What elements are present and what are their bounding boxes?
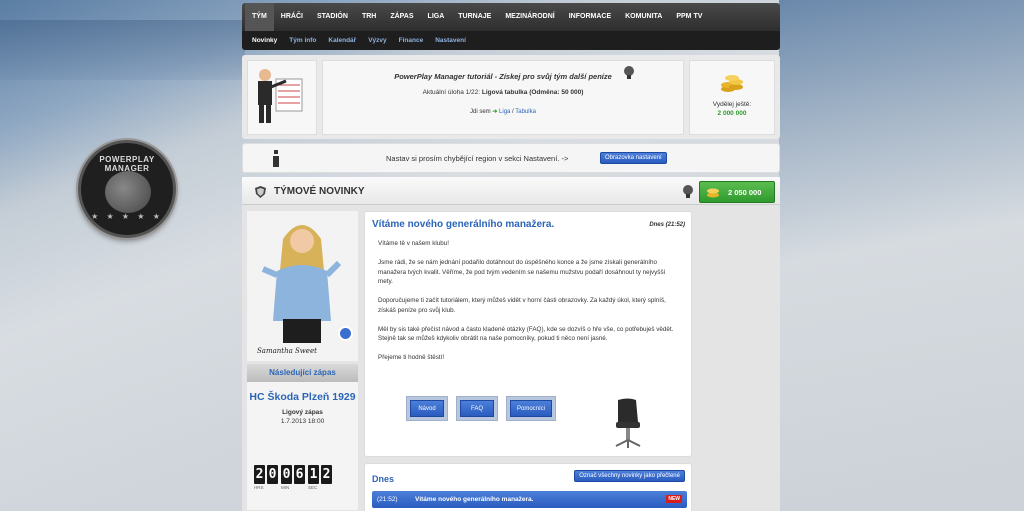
next-match-type: Ligový zápas [282,409,323,416]
manager-signature: Samantha Sweet [257,347,317,355]
tutorial-goto: Jdi sem ➜ Liga / Tabulka [323,108,683,115]
today-news: Dnes Označ všechny novinky jako přečtené… [364,463,692,511]
nav-informace[interactable]: INFORMACE [562,3,618,31]
news-paragraph: Vítáme tě v našem klubu! [378,240,450,247]
today-title: Dnes [372,474,395,484]
nav-liga[interactable]: LIGA [421,3,452,31]
guide-button-label: Návod [410,400,444,417]
countdown-digit: 2 [321,465,332,484]
news-item-time: (21:52) [377,496,398,503]
coins-icon [721,75,743,92]
nav-turnaje[interactable]: TURNAJE [451,3,498,31]
countdown-hours: 2 0 HRS [254,465,278,490]
countdown-digit: 1 [308,465,319,484]
main-column: TÝM HRÁČI STADIÓN TRH ZÁPAS LIGA TURNAJE… [242,3,780,511]
countdown-digit: 2 [254,465,265,484]
new-badge: NEW [666,495,682,503]
next-match-body: HC Škoda Plzeň 1929 Ligový zápas 1.7.201… [247,382,358,510]
background-right [779,0,1024,511]
nav-zapas[interactable]: ZÁPAS [383,3,420,31]
team-news-panel: TÝMOVÉ NOVINKY 2 050 000 Samantha Sweet … [242,177,780,511]
helpers-button-label: Pomocníci [510,400,552,417]
panel-header: TÝMOVÉ NOVINKY 2 050 000 [242,177,780,205]
money-balance: 2 050 000 [728,188,762,197]
subnav-novinky[interactable]: Novinky [246,37,283,44]
mark-all-read-button[interactable]: Označ všechny novinky jako přečtené [574,470,685,482]
tutorial-task: Aktuální úloha 1/22: Ligová tabulka (Odm… [323,89,683,96]
news-item-title: Vítáme nového generálního manažera. [415,496,534,503]
countdown-label: SEC [308,485,318,490]
tutorial-info: PowerPlay Manager tutoriál - Získej pro … [322,60,684,135]
main-nav: TÝM HRÁČI STADIÓN TRH ZÁPAS LIGA TURNAJE… [242,3,780,31]
next-match-date: 1.7.2013 18:00 [280,418,325,425]
shield-icon [255,186,266,198]
money-balance-button[interactable]: 2 050 000 [699,181,775,203]
guide-button[interactable]: Návod [406,396,448,421]
countdown-digit: 0 [281,465,292,484]
tutorial-goto-prefix: Jdi sem [470,109,491,115]
match-countdown: 2 0 HRS 0 6 MIN 1 2 SEC [254,465,332,490]
countdown-seconds: 1 2 SEC [308,465,332,490]
faq-button[interactable]: FAQ [456,396,498,421]
subnav-finance[interactable]: Finance [393,37,430,44]
tutorial-task-prefix: Aktuální úloha 1/22: [422,89,482,96]
news-buttons: Návod FAQ Pomocníci [406,396,556,421]
news-date: Dnes (21:52) [649,222,685,228]
nav-tym[interactable]: TÝM [245,3,274,31]
tutorial-task-name: Ligová tabulka (Odměna: 50 000) [481,89,584,96]
refresh-icon[interactable] [338,326,353,341]
news-paragraph: Jsme rádi, že se nám jednání podařilo do… [378,259,666,285]
lightbulb-icon[interactable] [623,65,635,81]
countdown-digit: 6 [294,465,305,484]
ppm-logo[interactable]: POWERPLAY MANAGER ★ ★ ★ ★ ★ [78,140,176,238]
nav-mezinarodni[interactable]: MEZINÁRODNÍ [498,3,561,31]
news-paragraph: Měl by sis také přečíst návod a často kl… [378,325,674,343]
manager-portrait: Samantha Sweet [247,211,358,361]
next-match-team[interactable]: HC Škoda Plzeň 1929 [247,382,358,404]
helpers-button[interactable]: Pomocníci [506,396,556,421]
news-paragraph: Přejeme ti hodně štěstí! [378,354,445,361]
coins-icon [707,188,719,198]
reward-value: 2 000 000 [717,110,747,117]
tutorial-coach-image [247,60,317,135]
lightbulb-icon[interactable] [682,184,694,200]
countdown-digit: 0 [267,465,278,484]
countdown-minutes: 0 6 MIN [281,465,305,490]
countdown-label: HRS [254,485,264,490]
news-paragraph: Doporučujeme ti začít tutoriálem, který … [378,297,666,314]
nav-hraci[interactable]: HRÁČI [274,3,310,31]
news-body: Vítáme tě v našem klubu! Jsme rádi, že s… [378,239,681,372]
nav-stadion[interactable]: STADIÓN [310,3,355,31]
notice-text: Nastav si prosím chybějící region v sekc… [386,154,569,163]
subnav-vyzvy[interactable]: Výzvy [362,37,392,44]
subnav-kalendar[interactable]: Kalendář [322,37,362,44]
nav-trh[interactable]: TRH [355,3,383,31]
office-chair-icon [615,398,641,448]
countdown-label: MIN [281,485,290,490]
news-list-item[interactable]: (21:52) Vítáme nového generálního manaže… [372,491,687,508]
sub-nav: Novinky Tým info Kalendář Výzvy Finance … [242,31,780,50]
subnav-nastaveni[interactable]: Nastavení [429,37,472,44]
tutorial-reward: Vydělej ještě: 2 000 000 [689,60,775,135]
info-icon [273,150,279,167]
left-column: Samantha Sweet Následující zápas HC Škod… [247,211,358,510]
nav-ppm-tv[interactable]: PPM TV [669,3,709,31]
faq-button-label: FAQ [460,400,494,417]
news-article: Vítáme nového generálního manažera. Dnes… [364,211,692,457]
tutorial-box: PowerPlay Manager tutoriál - Získej pro … [242,55,780,139]
stars-decoration: ★ ★ ★ ★ ★ [91,212,163,221]
settings-screen-button[interactable]: Obrazovka nastavení [600,152,667,164]
background-stripe [0,20,245,80]
nav-komunita[interactable]: KOMUNITA [618,3,669,31]
link-liga[interactable]: Liga [499,109,510,115]
reward-label: Vydělej ještě: [712,101,752,108]
panel-title: TÝMOVÉ NOVINKY [274,186,365,197]
region-notice: Nastav si prosím chybějící region v sekc… [242,143,780,173]
globe-icon [105,171,151,213]
next-match-header: Následující zápas [247,364,358,382]
arrow-right-icon: ➜ [492,109,498,115]
news-title: Vítáme nového generálního manažera. [372,219,555,230]
link-tabulka[interactable]: Tabulka [515,109,536,115]
subnav-tym-info[interactable]: Tým info [283,37,322,44]
